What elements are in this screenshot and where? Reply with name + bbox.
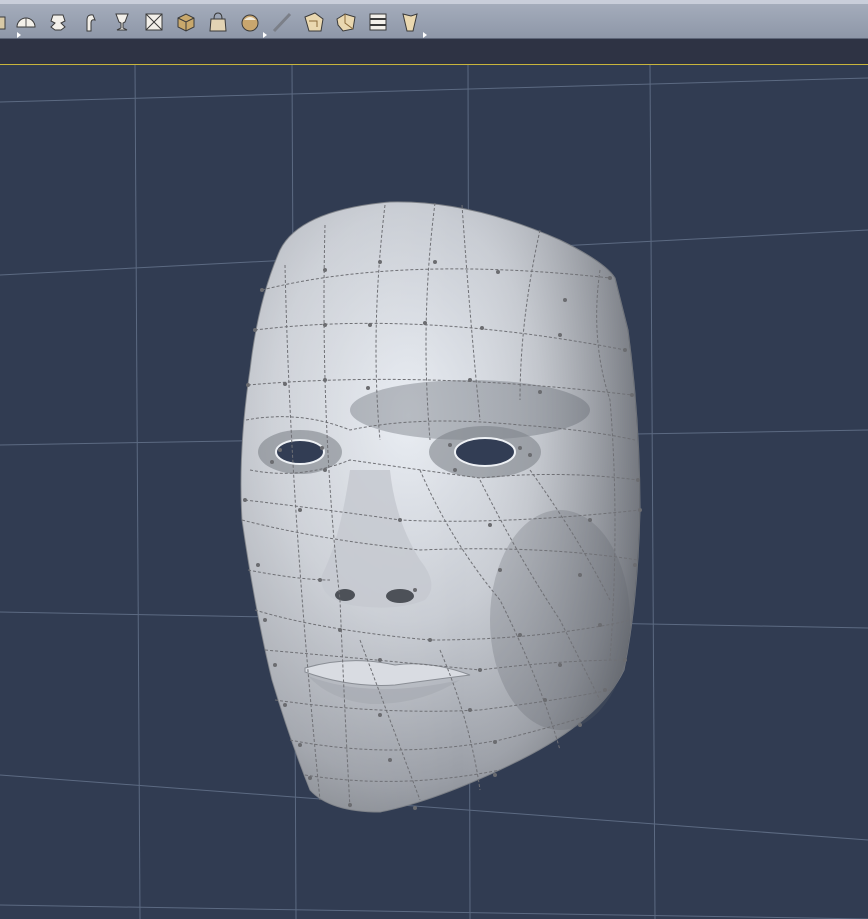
taper-icon[interactable] bbox=[398, 10, 427, 38]
toolbar bbox=[0, 0, 868, 39]
goblet-icon[interactable] bbox=[110, 10, 134, 34]
deform-box-icon[interactable] bbox=[302, 10, 326, 34]
dome-icon[interactable] bbox=[14, 10, 38, 34]
cross-section-icon[interactable] bbox=[366, 10, 390, 34]
sphere-icon[interactable] bbox=[238, 10, 267, 38]
cube-icon[interactable] bbox=[174, 10, 198, 34]
3d-viewport[interactable] bbox=[0, 65, 868, 919]
lathe-icon[interactable] bbox=[46, 10, 70, 34]
knife-icon[interactable] bbox=[270, 10, 294, 34]
nostril-left bbox=[335, 589, 355, 601]
twist-box-icon[interactable] bbox=[334, 10, 358, 34]
bend-icon[interactable] bbox=[78, 10, 102, 34]
box-frame-icon[interactable] bbox=[142, 10, 166, 34]
status-strip bbox=[0, 39, 868, 65]
face-mesh[interactable] bbox=[240, 201, 642, 813]
nostril-right bbox=[386, 589, 414, 603]
bag-icon[interactable] bbox=[206, 10, 230, 34]
right-eye-hole bbox=[454, 437, 516, 467]
viewport-canvas[interactable] bbox=[0, 65, 868, 919]
left-eye-hole bbox=[275, 439, 325, 465]
